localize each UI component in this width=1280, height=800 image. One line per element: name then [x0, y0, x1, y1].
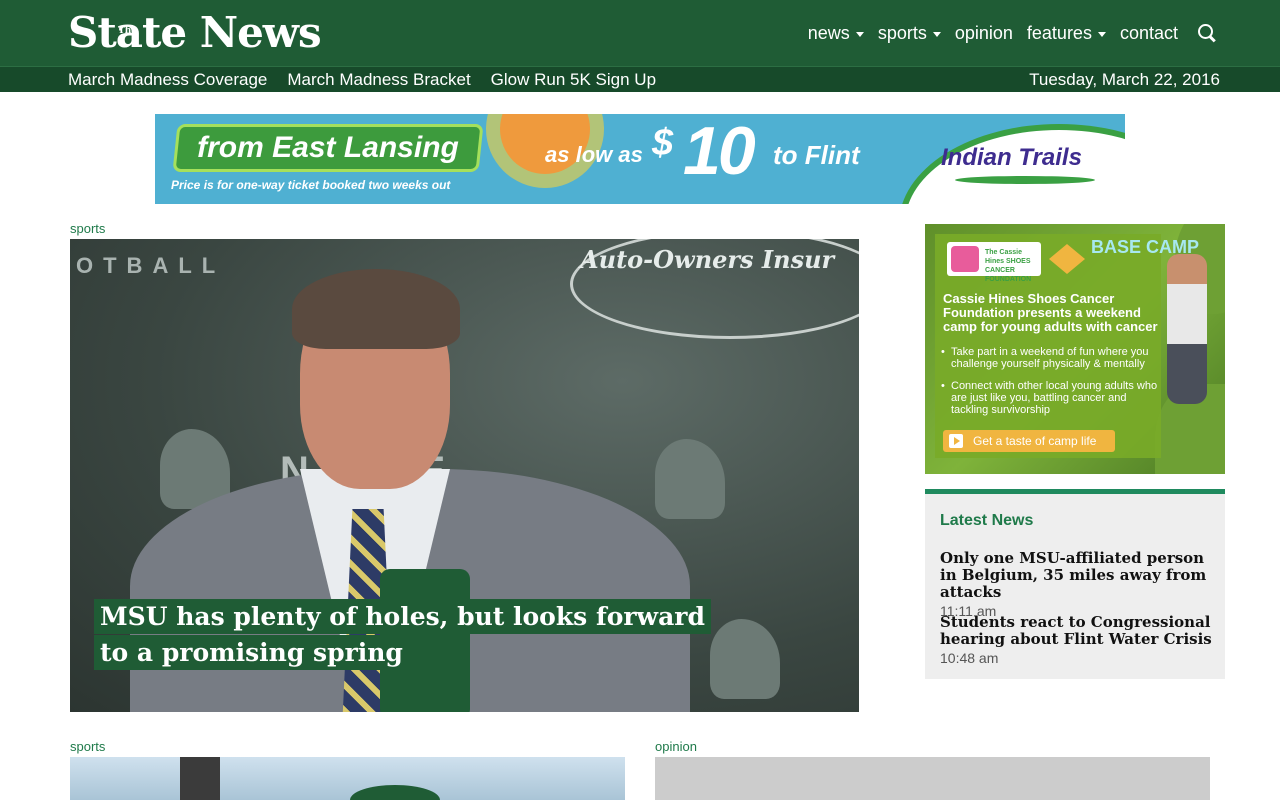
- climber-photo: [1167, 254, 1207, 404]
- search-icon[interactable]: [1196, 22, 1218, 44]
- hero-headline[interactable]: MSU has plenty of holes, but looks forwa…: [94, 599, 714, 671]
- top-header: The State News news sports opinion featu…: [0, 0, 1280, 66]
- shoe-icon: [951, 246, 979, 272]
- latest-news-panel: Latest News Only one MSU-affiliated pers…: [925, 489, 1225, 679]
- ad-from-badge: from East Lansing: [172, 124, 484, 172]
- bottom-left-section-label[interactable]: sports: [70, 739, 105, 754]
- nav-contact-label: contact: [1119, 22, 1178, 43]
- ad-swoosh: [955, 176, 1095, 184]
- photo-pole: [180, 757, 220, 800]
- hero-headline-text: MSU has plenty of holes, but looks forwa…: [94, 599, 711, 670]
- nav-features-label: features: [1026, 22, 1092, 43]
- sports-story-thumbnail[interactable]: [70, 757, 625, 800]
- nav-sports[interactable]: sports: [878, 23, 941, 44]
- chevron-down-icon: [1097, 31, 1106, 37]
- ad-dollar-sign: $: [652, 122, 674, 164]
- hero-story[interactable]: Auto-Owners Insur OTBALL N STATE MSU has…: [70, 239, 859, 712]
- site-logo[interactable]: The State News: [68, 6, 322, 60]
- nav-contact[interactable]: contact: [1120, 23, 1178, 44]
- nav-opinion-label: opinion: [954, 22, 1013, 43]
- ad-destination: to Flint: [773, 140, 860, 170]
- sub-header: March Madness Coverage March Madness Bra…: [0, 66, 1280, 92]
- sponsor-text: Auto-Owners Insur: [580, 245, 835, 274]
- foundation-logo: The Cassie Hines SHOES CANCER FOUNDATION: [947, 242, 1041, 283]
- quick-links: March Madness Coverage March Madness Bra…: [68, 67, 656, 93]
- ad-brand-logo: Indian Trails: [941, 144, 1082, 171]
- ad-fine-print: Price is for one-way ticket booked two w…: [171, 178, 451, 192]
- photo-hair: [292, 269, 460, 349]
- quick-link-march-madness-coverage[interactable]: March Madness Coverage: [68, 70, 267, 90]
- latest-news-title: Latest News: [940, 512, 1034, 529]
- main-nav: news sports opinion features contact: [808, 0, 1218, 66]
- opinion-story-thumbnail[interactable]: [655, 757, 1210, 800]
- camp-logo: BASE CAMP: [1091, 237, 1200, 257]
- side-ad[interactable]: The Cassie Hines SHOES CANCER FOUNDATION…: [925, 224, 1225, 474]
- foundation-logo-text: The Cassie Hines SHOES CANCER FOUNDATION: [985, 249, 1032, 283]
- side-ad-bullet: Take part in a weekend of fun where you …: [941, 346, 1165, 370]
- bottom-right-section-label[interactable]: opinion: [655, 739, 697, 754]
- camp-cta-label: Get a taste of camp life: [973, 434, 1097, 448]
- logo-the: The: [118, 26, 137, 36]
- latest-story[interactable]: Students react to Congressional hearing …: [940, 614, 1215, 667]
- side-ad-bullet: Connect with other local young adults wh…: [941, 380, 1165, 416]
- ad-low-text: as low as: [545, 142, 643, 167]
- side-ad-title: Cassie Hines Shoes Cancer Foundation pre…: [943, 291, 1158, 334]
- chevron-down-icon: [855, 31, 864, 37]
- banner-ad[interactable]: from East Lansing Price is for one-way t…: [155, 114, 1125, 204]
- nav-features[interactable]: features: [1027, 23, 1106, 44]
- nav-opinion[interactable]: opinion: [955, 23, 1013, 44]
- camp-cta-button[interactable]: Get a taste of camp life: [943, 430, 1115, 452]
- hero-section-label[interactable]: sports: [70, 221, 105, 236]
- wall-text: OTBALL: [76, 253, 226, 278]
- nav-news[interactable]: news: [808, 23, 864, 44]
- latest-story-title[interactable]: Students react to Congressional hearing …: [940, 614, 1215, 648]
- chevron-down-icon: [932, 31, 941, 37]
- photo-cap: [350, 785, 440, 800]
- latest-story[interactable]: Only one MSU-affiliated person in Belgiu…: [940, 550, 1215, 620]
- quick-link-march-madness-bracket[interactable]: March Madness Bracket: [287, 70, 470, 90]
- logo-text: State News: [68, 8, 322, 57]
- quick-link-glow-run[interactable]: Glow Run 5K Sign Up: [491, 70, 656, 90]
- current-date: Tuesday, March 22, 2016: [1029, 70, 1220, 89]
- play-icon: [949, 434, 963, 448]
- ad-from-text: from East Lansing: [197, 131, 459, 164]
- latest-story-time: 10:48 am: [940, 650, 999, 666]
- ad-price: 10: [683, 114, 756, 189]
- nav-sports-label: sports: [877, 22, 927, 43]
- latest-story-title[interactable]: Only one MSU-affiliated person in Belgiu…: [940, 550, 1215, 601]
- nav-news-label: news: [807, 22, 850, 43]
